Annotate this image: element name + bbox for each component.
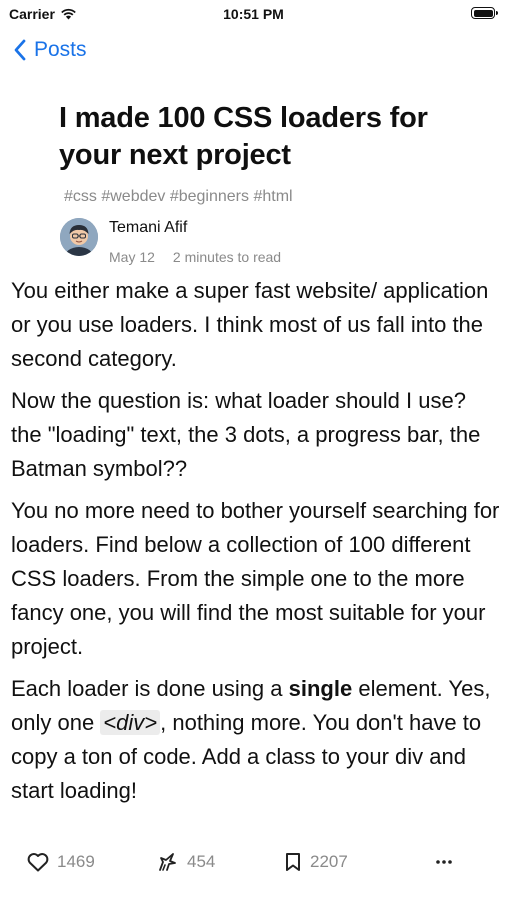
back-button[interactable]: Posts [14,38,87,62]
battery-icon [471,7,498,19]
status-time: 10:51 PM [223,6,284,22]
read-time: 2 minutes to read [172,249,282,265]
bookmark-count: 2207 [310,852,348,871]
author-name[interactable]: Temani Afif [109,219,187,237]
heart-icon [27,853,49,872]
screen: Carrier 10:51 PM Posts I made 100 CSS lo… [0,0,507,900]
unicorn-count: 454 [187,852,216,871]
more-button[interactable] [435,854,453,870]
avatar-image [60,218,98,256]
inline-code-div: <div> [100,710,161,735]
bookmark-button[interactable]: 2207 [284,852,348,872]
article-tags: #css #webdev #beginners #html [64,188,293,205]
article-meta: May 12 2 minutes to read [109,249,281,265]
article-title: I made 100 CSS loaders for your next pro… [59,102,428,171]
paragraph-4-text-a: Each loader is done using a [11,676,289,701]
back-label: Posts [34,38,87,61]
more-icon [436,860,452,864]
status-bar: Carrier 10:51 PM [0,0,507,28]
author-avatar[interactable] [60,218,98,256]
bookmark-icon [286,853,300,871]
chevron-left-icon [14,39,26,61]
paragraph-3: You no more need to bother yourself sear… [11,498,500,659]
publish-date: May 12 [109,249,155,265]
like-button[interactable]: 1469 [27,852,95,872]
unicorn-button[interactable]: 454 [157,852,215,872]
paragraph-2: Now the question is: what loader should … [11,388,481,481]
reaction-bar: 1469 454 2207 [0,840,507,884]
article-body: You either make a super fast website/ ap… [11,274,501,816]
like-count: 1469 [57,852,95,871]
paragraph-1: You either make a super fast website/ ap… [11,278,489,371]
bold-single: single [288,676,353,701]
paragraph-4: Each loader is done using a single eleme… [11,672,501,808]
unicorn-icon [159,853,176,871]
